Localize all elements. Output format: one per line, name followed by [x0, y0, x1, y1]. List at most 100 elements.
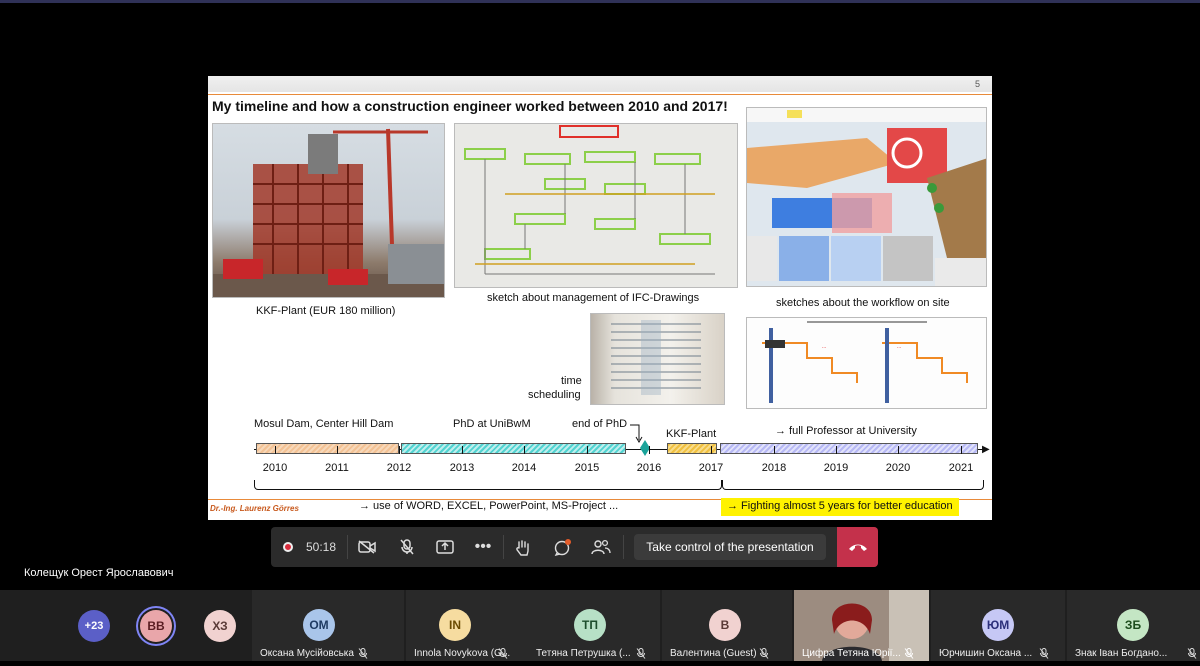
timeline-arrow-icon: ▶ — [982, 444, 990, 455]
slide-page-number: 5 — [974, 79, 980, 89]
more-icon[interactable]: ••• — [471, 535, 495, 559]
timeline-year: 2011 — [325, 462, 349, 474]
time-scheduling-caption-1: time — [561, 375, 582, 387]
mic-off-icon — [1187, 648, 1197, 659]
participant-tile[interactable]: В Валентина (Guest) — [662, 590, 792, 661]
participant-tile[interactable]: ЗБ Знак Іван Богдано... — [1067, 590, 1200, 661]
participant-avatar[interactable]: ВВ — [140, 610, 172, 642]
slide-top-bar — [208, 76, 992, 92]
participant-avatar: ЗБ — [1117, 609, 1149, 641]
timeline-tick — [774, 446, 775, 454]
participant-avatar: ТП — [574, 609, 606, 641]
timeline-label-kkf: KKF-Plant — [666, 428, 717, 440]
participant-tile[interactable]: ТП Тетяна Петрушка (... — [528, 590, 660, 661]
mic-off-icon — [904, 648, 914, 659]
participant-name: Тетяна Петрушка (... — [536, 648, 631, 659]
timeline-tick — [649, 446, 650, 454]
timeline-label-phd: PhD at UniBwM — [453, 418, 531, 430]
participant-name: Знак Іван Богдано... — [1075, 648, 1168, 659]
kkf-plant-photo — [212, 123, 445, 298]
slide-title: My timeline and how a construction engin… — [212, 98, 728, 114]
timeline-year: 2016 — [636, 462, 662, 474]
share-icon[interactable] — [433, 535, 457, 559]
participant-avatar: ОМ — [303, 609, 335, 641]
kkf-plant-caption: KKF-Plant (EUR 180 million) — [256, 305, 396, 317]
timeline-bar-professor — [720, 443, 978, 454]
svg-text:...: ... — [822, 344, 826, 350]
participant-avatar: IN — [439, 609, 471, 641]
hang-up-icon — [848, 544, 867, 551]
timeline-tick — [587, 446, 588, 454]
timeline-label-end-phd: end of PhD — [572, 418, 628, 430]
timeline-bar-dams — [256, 443, 399, 454]
participant-avatar[interactable]: ХЗ — [204, 610, 236, 642]
timeline-tick — [399, 446, 400, 454]
workflow-caption: sketches about the workflow on site — [776, 297, 950, 309]
participant-name: Innola Novykova (G... — [414, 648, 511, 659]
shared-slide: 5 My timeline and how a construction eng… — [208, 76, 992, 520]
timeline-tick — [961, 446, 962, 454]
participant-name: Цифра Тетяна Юрії... — [802, 648, 901, 659]
mic-off-icon — [1039, 648, 1049, 659]
mic-off-icon — [358, 648, 368, 659]
timeline-tick — [711, 446, 712, 454]
timeline-tick — [898, 446, 899, 454]
timeline-bar-kkf — [667, 443, 717, 454]
timeline-tick — [337, 446, 338, 454]
fighting-highlight: → Fighting almost 5 years for better edu… — [721, 498, 959, 516]
timeline-label-mosul: Mosul Dam, Center Hill Dam — [254, 418, 394, 430]
slide-author: Dr.-Ing. Laurenz Görres — [210, 504, 299, 513]
chat-icon[interactable] — [551, 535, 575, 559]
timeline-year: 2014 — [511, 462, 537, 474]
people-icon[interactable] — [589, 535, 613, 559]
take-control-button[interactable]: Take control of the presentation — [634, 534, 826, 560]
timeline-year: 2015 — [574, 462, 600, 474]
timeline-year: 2019 — [823, 462, 849, 474]
participant-tile[interactable]: ОМ Оксана Мусійовська — [252, 590, 404, 661]
time-scheduling-caption-2: scheduling — [528, 389, 581, 401]
participants-strip: +23 ВВ ХЗ ОМ Оксана Мусійовська IN Innol… — [0, 590, 1200, 661]
timeline-year: 2017 — [698, 462, 724, 474]
mic-off-icon — [498, 648, 508, 659]
mic-off-icon[interactable] — [395, 535, 419, 559]
hang-up-button[interactable] — [837, 527, 878, 567]
participant-name: Валентина (Guest) — [670, 648, 757, 659]
participant-avatar: ЮМ — [982, 609, 1014, 641]
timeline-tick — [836, 446, 837, 454]
meeting-control-bar: 50:18 ••• Take control of the presentati… — [271, 527, 878, 567]
participant-name: Оксана Мусійовська — [260, 648, 354, 659]
record-icon[interactable] — [281, 535, 295, 559]
participant-name: Юрчишин Оксана ... — [939, 648, 1033, 659]
more-participants-button[interactable]: +23 — [78, 610, 110, 642]
mic-off-icon — [636, 648, 646, 659]
time-scheduling-photo — [590, 313, 725, 405]
timeline-brace-2010-2017 — [254, 480, 722, 490]
timeline-label-professor: → full Professor at University — [775, 425, 917, 437]
site-workflow-plan — [746, 107, 987, 287]
control-separator — [623, 535, 624, 559]
timeline-brace-2017-2021 — [722, 480, 984, 490]
ifc-sketch-caption: sketch about management of IFC-Drawings — [487, 292, 700, 304]
timeline-tick — [524, 446, 525, 454]
raise-hand-icon[interactable] — [511, 535, 535, 559]
timeline-year: 2020 — [885, 462, 911, 474]
excavation-steps-diagram: ... ... — [746, 317, 987, 409]
participant-tile-video[interactable]: Цифра Тетяна Юрії... — [794, 590, 929, 661]
software-use-text: → use of WORD, EXCEL, PowerPoint, MS-Pro… — [359, 500, 619, 512]
presentation-stage: 5 My timeline and how a construction eng… — [0, 3, 1200, 590]
timeline-tick — [275, 446, 276, 454]
timeline-year: 2010 — [262, 462, 288, 474]
timeline-year: 2018 — [761, 462, 787, 474]
participant-avatar: В — [709, 609, 741, 641]
participant-tile[interactable]: ЮМ Юрчишин Оксана ... — [931, 590, 1065, 661]
timeline-year: 2012 — [386, 462, 412, 474]
presenter-name: Колещук Орест Ярославович — [24, 567, 174, 579]
slide-title-rule — [208, 94, 992, 95]
ifc-drawings-sketch — [454, 123, 738, 288]
control-separator — [503, 535, 504, 559]
timeline-bar-phd — [401, 443, 626, 454]
meeting-timer: 50:18 — [305, 540, 337, 554]
camera-off-icon[interactable] — [355, 535, 379, 559]
timeline-tick — [462, 446, 463, 454]
svg-text:...: ... — [897, 344, 901, 350]
